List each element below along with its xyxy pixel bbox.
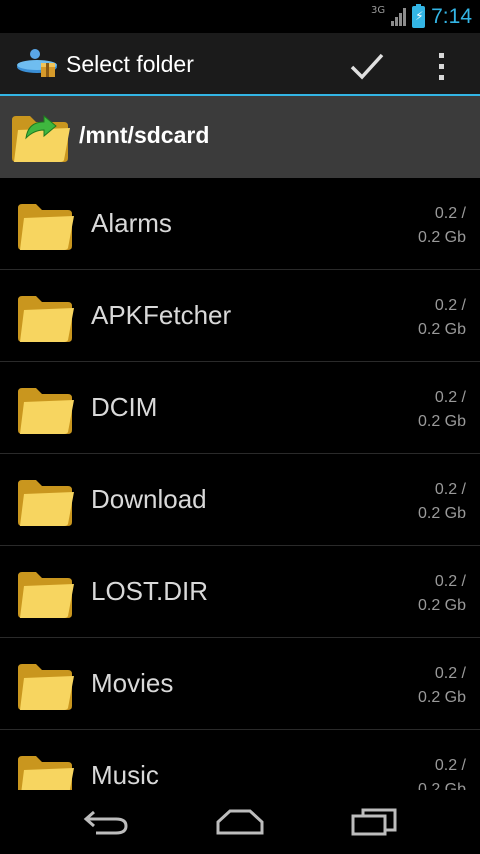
list-item[interactable]: Music 0.2 / 0.2 Gb	[0, 730, 480, 790]
status-indicators: 3G ⚡ 7:14	[371, 4, 472, 30]
home-icon	[216, 809, 264, 835]
system-nav-bar	[0, 790, 480, 854]
list-item[interactable]: LOST.DIR 0.2 / 0.2 Gb	[0, 546, 480, 638]
signal-icon	[391, 8, 407, 26]
folder-name: Movies	[91, 668, 174, 698]
folder-name: Alarms	[91, 208, 172, 238]
folder-size: 0.2 / 0.2 Gb	[418, 754, 466, 790]
status-clock: 7:14	[431, 5, 472, 28]
folder-size: 0.2 / 0.2 Gb	[418, 386, 466, 434]
folder-icon	[18, 664, 74, 710]
overflow-menu-button[interactable]	[426, 43, 456, 89]
folder-name: APKFetcher	[91, 300, 232, 330]
size-total: 0.2 Gb	[417, 689, 466, 706]
folder-size: 0.2 / 0.2 Gb	[418, 478, 466, 526]
list-item[interactable]: APKFetcher 0.2 / 0.2 Gb	[0, 270, 480, 362]
action-bar: Select folder	[0, 33, 480, 96]
folder-name: Download	[91, 484, 207, 514]
folder-size: 0.2 / 0.2 Gb	[418, 570, 466, 618]
overflow-dot	[438, 74, 444, 80]
list-item[interactable]: DCIM 0.2 / 0.2 Gb	[0, 362, 480, 454]
folder-icon	[18, 204, 74, 250]
folder-size: 0.2 / 0.2 Gb	[418, 662, 466, 710]
size-total: 0.2 Gb	[417, 597, 466, 614]
parent-folder-row[interactable]: /mnt/sdcard	[0, 96, 480, 178]
overflow-dot	[438, 52, 444, 58]
folder-size: 0.2 / 0.2 Gb	[418, 202, 466, 250]
folder-name: Music	[91, 760, 159, 790]
network-type-label: 3G	[371, 4, 386, 16]
folder-size: 0.2 / 0.2 Gb	[418, 294, 466, 342]
size-used: 0.2 /	[434, 481, 466, 498]
screen-title: Select folder	[66, 51, 194, 77]
size-used: 0.2 /	[434, 389, 466, 406]
folder-icon	[18, 296, 74, 342]
recents-icon	[351, 808, 397, 836]
check-icon	[350, 53, 384, 80]
back-icon	[83, 810, 128, 835]
folder-icon	[18, 756, 74, 790]
list-item[interactable]: Alarms 0.2 / 0.2 Gb	[0, 178, 480, 270]
size-used: 0.2 /	[434, 665, 466, 682]
home-button[interactable]	[204, 802, 276, 842]
battery-icon: ⚡	[412, 4, 426, 28]
overflow-dot	[438, 63, 444, 69]
folder-icon	[18, 480, 74, 526]
size-used: 0.2 /	[434, 297, 466, 314]
app-logo-icon[interactable]	[15, 47, 61, 83]
folder-up-icon	[12, 114, 70, 162]
list-item[interactable]: Movies 0.2 / 0.2 Gb	[0, 638, 480, 730]
recents-button[interactable]	[338, 802, 410, 842]
size-total: 0.2 Gb	[417, 413, 466, 430]
folder-icon	[18, 572, 74, 618]
folder-name: LOST.DIR	[91, 576, 209, 606]
folder-name: DCIM	[91, 392, 158, 422]
folder-list[interactable]: Alarms 0.2 / 0.2 Gb APKFetcher 0.2 / 0.2…	[0, 178, 480, 790]
list-item[interactable]: Download 0.2 / 0.2 Gb	[0, 454, 480, 546]
size-used: 0.2 /	[434, 573, 466, 590]
confirm-button[interactable]	[344, 43, 390, 89]
size-total: 0.2 Gb	[417, 505, 466, 522]
size-total: 0.2 Gb	[417, 321, 466, 338]
size-total: 0.2 Gb	[417, 781, 466, 790]
back-button[interactable]	[70, 802, 142, 842]
folder-icon	[18, 388, 74, 434]
size-used: 0.2 /	[434, 205, 466, 222]
current-path: /mnt/sdcard	[79, 122, 210, 148]
status-bar: 3G ⚡ 7:14	[0, 0, 480, 33]
size-used: 0.2 /	[434, 757, 466, 774]
size-total: 0.2 Gb	[417, 229, 466, 246]
